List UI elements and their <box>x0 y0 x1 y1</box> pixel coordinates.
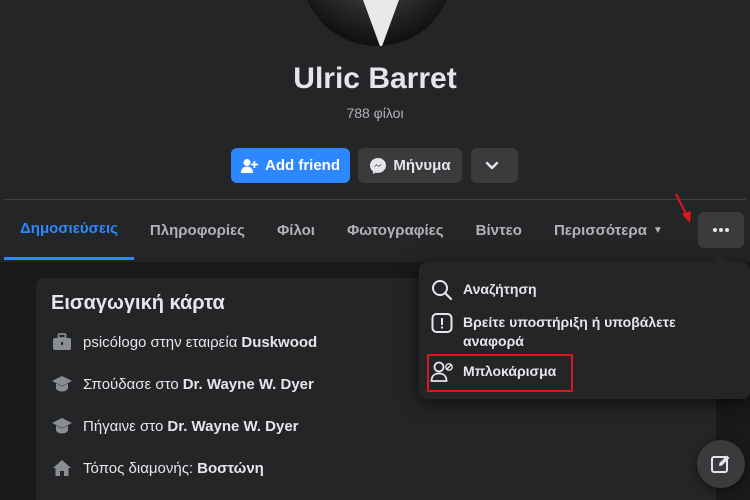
intro-item-attended: Πήγαινε στο Dr. Wayne W. Dyer <box>51 414 299 438</box>
friends-count[interactable]: 788 φίλοι <box>0 105 750 121</box>
menu-item-report[interactable]: Βρείτε υποστήριξη ή υποβάλετε αναφορά <box>429 311 713 351</box>
briefcase-icon <box>51 332 73 352</box>
profile-name: Ulric Barret <box>293 62 457 95</box>
intro-item-residence: Τόπος διαμονής: Βοστώνη <box>51 456 264 480</box>
tab-more[interactable]: Περισσότερα ▼ <box>538 200 679 260</box>
intro-title: Εισαγωγική κάρτα <box>51 292 225 314</box>
annotation-arrow-icon <box>675 193 691 223</box>
report-icon <box>429 311 455 335</box>
intro-item-text: psicólogo στην εταιρεία <box>83 333 238 351</box>
chevron-down-icon <box>485 161 498 169</box>
intro-item-text: Πήγαινε στο <box>83 417 164 435</box>
graduation-cap-icon <box>51 416 73 436</box>
tab-friends[interactable]: Φίλοι <box>261 200 331 260</box>
tab-photos[interactable]: Φωτογραφίες <box>331 200 460 260</box>
tab-more-label: Περισσότερα <box>553 221 647 239</box>
profile-options-button[interactable] <box>698 212 744 248</box>
compose-button[interactable] <box>697 440 745 488</box>
graduation-cap-icon <box>51 374 73 394</box>
more-actions-button[interactable] <box>471 148 518 183</box>
menu-item-label: Αναζήτηση <box>463 281 537 297</box>
add-friend-label: Add friend <box>265 157 340 174</box>
intro-item-studied: Σπούδασε στο Dr. Wayne W. Dyer <box>51 372 314 396</box>
menu-item-search[interactable]: Αναζήτηση <box>429 278 713 302</box>
edit-icon <box>711 455 730 473</box>
profile-avatar[interactable] <box>297 0 457 50</box>
intro-item-bold[interactable]: Duskwood <box>241 334 317 351</box>
intro-item-text: Σπούδασε στο <box>83 375 179 393</box>
intro-item-bold[interactable]: Βοστώνη <box>197 460 264 477</box>
intro-item-text: Τόπος διαμονής: <box>83 459 194 477</box>
add-friend-icon <box>241 158 258 173</box>
search-icon <box>429 278 455 302</box>
message-button[interactable]: Μήνυμα <box>358 148 462 183</box>
message-label: Μήνυμα <box>393 157 451 174</box>
profile-tabs: Δημοσιεύσεις Πληροφορίες Φίλοι Φωτογραφί… <box>4 200 679 260</box>
profile-header: Ulric Barret 788 φίλοι Add friend Μήνυμα… <box>0 0 750 262</box>
caret-down-icon: ▼ <box>652 224 663 236</box>
tab-posts[interactable]: Δημοσιεύσεις <box>4 200 134 260</box>
intro-item-bold[interactable]: Dr. Wayne W. Dyer <box>183 376 314 393</box>
intro-item-bold[interactable]: Dr. Wayne W. Dyer <box>167 418 298 435</box>
ellipsis-icon <box>713 228 729 232</box>
highlight-box <box>427 354 573 392</box>
add-friend-button[interactable]: Add friend <box>231 148 350 183</box>
home-icon <box>51 458 73 478</box>
intro-item-work: psicólogo στην εταιρεία Duskwood <box>51 330 317 354</box>
tab-videos[interactable]: Βίντεο <box>460 200 538 260</box>
messenger-icon <box>370 157 387 174</box>
tab-about[interactable]: Πληροφορίες <box>134 200 261 260</box>
menu-item-label: Βρείτε υποστήριξη ή υποβάλετε αναφορά <box>463 314 676 349</box>
